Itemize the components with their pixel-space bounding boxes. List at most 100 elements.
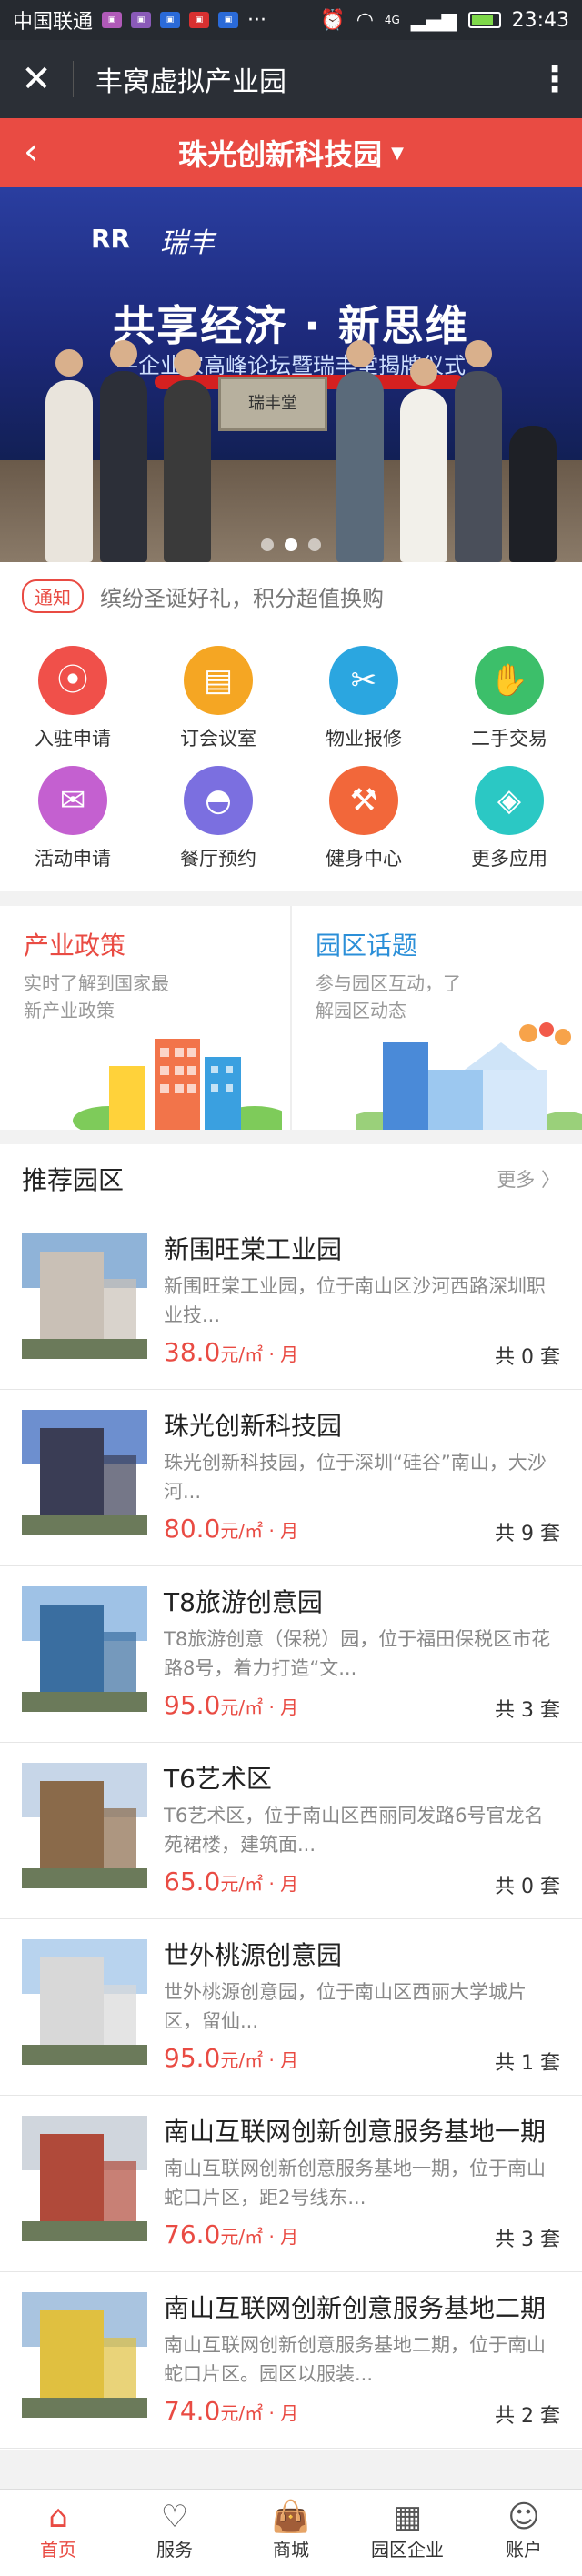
notice-bar[interactable]: 通知 缤纷圣诞好礼，积分超值换购 [0, 562, 582, 629]
banner-logo: RR [91, 224, 131, 254]
service-item[interactable]: ⦿ 入驻申请 [0, 629, 146, 750]
carousel-dot[interactable] [261, 538, 274, 551]
park-thumbnail [22, 1410, 147, 1535]
banner-carousel[interactable]: RR 瑞丰 共享经济 · 新思维 —企业家高峰论坛暨瑞丰堂揭牌仪式 瑞丰堂 [0, 187, 582, 562]
park-row[interactable]: 世外桃源创意园 世外桃源创意园，位于南山区西丽大学城片区，留仙... 95.0元/㎡… [0, 1919, 582, 2096]
service-item[interactable]: ✋ 二手交易 [436, 629, 582, 750]
park-row[interactable]: 南山互联网创新创意服务基地一期 南山互联网创新创意服务基地一期，位于南山蛇口片区，… [0, 2096, 582, 2272]
park-price-unit: 元/㎡ · 月 [220, 1873, 299, 1895]
service-grid: ⦿ 入驻申请 ▤ 订会议室 ✂ 物业报修 ✋ 二手交易 ✉ 活动申请 ◓ 餐厅预约 ⚒ 健身中心 ◈ 更多应用 [0, 629, 582, 891]
alarm-icon: ⏰ [320, 8, 346, 32]
recommend-header: 推荐园区 更多 〉 [0, 1144, 582, 1213]
park-price-unit: 元/㎡ · 月 [220, 1520, 299, 1542]
chevron-down-icon[interactable]: ▼ [391, 144, 404, 163]
park-unit-count: 共 2 套 [495, 2405, 560, 2428]
banner-person-head [110, 340, 137, 367]
park-price-unit: 元/㎡ · 月 [220, 2226, 299, 2248]
banner-person-head [410, 358, 437, 386]
park-price-value: 80.0 [164, 1514, 221, 1544]
policy-card[interactable]: 产业政策 实时了解到国家最新产业政策 [0, 906, 290, 1130]
park-row[interactable]: T6艺术区 T6艺术区，位于南山区西丽同发路6号官龙名苑裙楼，建筑面... 65.0… [0, 1743, 582, 1919]
recommend-title: 推荐园区 [22, 1164, 125, 1195]
box-icon: ◈ [475, 766, 544, 835]
location-pin-icon: ⦿ [38, 646, 107, 715]
park-thumbnail [22, 1763, 147, 1888]
tab-building[interactable]: ▦ 园区企业 [349, 2490, 466, 2576]
bottom-tab-bar: ⌂ 首页 ♡ 服务 👜 商城 ▦ 园区企业 ☺ 账户 [0, 2489, 582, 2576]
carousel-indicators[interactable] [0, 538, 582, 551]
more-link[interactable]: 更多 〉 [497, 1165, 560, 1192]
tab-user[interactable]: ☺ 账户 [466, 2490, 582, 2576]
park-unit-count: 共 3 套 [495, 2229, 560, 2251]
carousel-dot[interactable] [285, 538, 297, 551]
service-label: 二手交易 [471, 728, 547, 750]
app-title: 丰窝虚拟产业园 [95, 66, 286, 98]
topics-card[interactable]: 园区话题 参与园区互动，了解园区动态 [292, 906, 582, 1130]
service-item[interactable]: ◓ 餐厅预约 [146, 750, 291, 870]
park-unit-count: 共 0 套 [495, 1876, 560, 1898]
repair-tools-icon: ✂ [329, 646, 398, 715]
service-label: 订会议室 [180, 728, 256, 750]
user-icon: ☺ [507, 2499, 540, 2535]
tab-heart[interactable]: ♡ 服务 [116, 2490, 233, 2576]
park-selector[interactable]: 珠光创新科技园 [178, 132, 382, 174]
meeting-room-icon: ▤ [184, 646, 253, 715]
park-row[interactable]: 珠光创新科技园珠光创新科技园，位于深圳“硅谷”南山，大沙河... 80.0元/㎡ … [0, 1390, 582, 1566]
park-row[interactable]: T8旅游创意园 T8旅游创意（保税）园，位于福田保税区市花路8号，着力打造“文..… [0, 1566, 582, 1743]
carrier-label: 中国联通 [13, 11, 94, 34]
service-item[interactable]: ▤ 订会议室 [146, 629, 291, 750]
status-bar: 中国联通 ▣ ▣ ▣ ▣ ▣ ··· ⏰ ◠ 4G ▂▄▆ 23:43 [0, 0, 582, 40]
service-item[interactable]: ◈ 更多应用 [436, 750, 582, 870]
banner-plaque: 瑞丰堂 [218, 377, 327, 431]
park-thumbnail [22, 1586, 147, 1712]
close-icon[interactable]: ✕ [0, 58, 73, 100]
restaurant-cloche-icon: ◓ [184, 766, 253, 835]
park-price: 65.0元/㎡ · 月 [164, 1867, 298, 1897]
park-desc: 南山互联网创新创意服务基地二期，位于南山蛇口片区。园区以服装... [164, 2334, 546, 2385]
park-price-value: 74.0 [164, 2396, 221, 2426]
service-item[interactable]: ✂ 物业报修 [291, 629, 436, 750]
service-item[interactable]: ✉ 活动申请 [0, 750, 146, 870]
carousel-dot[interactable] [308, 538, 321, 551]
banner-person [164, 380, 211, 562]
back-arrow-icon[interactable]: ‹ [24, 131, 38, 173]
home-icon: ⌂ [48, 2499, 68, 2535]
notice-text[interactable]: 缤纷圣诞好礼，积分超值换购 [100, 580, 384, 612]
tab-label: 园区企业 [371, 2539, 444, 2561]
park-name: 珠光创新科技园 [164, 1411, 343, 1441]
park-unit-count: 共 9 套 [495, 1523, 560, 1545]
park-header: ‹ 珠光创新科技园 ▼ [0, 118, 582, 187]
park-price: 76.0元/㎡ · 月 [164, 2219, 298, 2249]
park-thumbnail [22, 1233, 147, 1359]
banner-person [45, 380, 93, 562]
park-price: 38.0元/㎡ · 月 [164, 1337, 298, 1367]
park-desc: 珠光创新科技园，位于深圳“硅谷”南山，大沙河... [164, 1452, 547, 1503]
banner-person [455, 371, 502, 562]
plaque-text: 瑞丰堂 [248, 394, 297, 413]
tab-home[interactable]: ⌂ 首页 [0, 2490, 116, 2576]
banner-person-head [55, 349, 83, 377]
thumb-ground [22, 1515, 147, 1535]
more-menu-icon[interactable]: ⋮ [527, 59, 582, 99]
heart-icon: ♡ [160, 2499, 189, 2535]
service-label: 更多应用 [471, 848, 547, 870]
park-name: 南山互联网创新创意服务基地一期 [164, 2117, 547, 2147]
banner-person [400, 389, 447, 562]
policy-card-desc: 实时了解到国家最新产业政策 [24, 972, 169, 1021]
service-label: 入驻申请 [35, 728, 111, 750]
service-item[interactable]: ⚒ 健身中心 [291, 750, 436, 870]
tab-shopping-bag[interactable]: 👜 商城 [233, 2490, 349, 2576]
banner-person-head [465, 340, 492, 367]
park-unit-count: 共 0 套 [495, 1346, 560, 1369]
park-row[interactable]: 新围旺棠工业园 新围旺棠工业园，位于南山区沙河西路深圳职业技... 38.0元/㎡ … [0, 1213, 582, 1390]
park-desc: T6艺术区，位于南山区西丽同发路6号官龙名苑裙楼，建筑面... [164, 1805, 544, 1856]
park-price-value: 38.0 [164, 1337, 221, 1367]
thumb-ground [22, 1339, 147, 1359]
park-unit-count: 共 1 套 [495, 2052, 560, 2075]
service-label: 餐厅预约 [180, 848, 256, 870]
event-mail-icon: ✉ [38, 766, 107, 835]
park-row[interactable]: 南山互联网创新创意服务基地二期 南山互联网创新创意服务基地二期，位于南山蛇口片区。… [0, 2272, 582, 2449]
service-label: 活动申请 [35, 848, 111, 870]
park-thumbnail [22, 1939, 147, 2065]
park-price-value: 95.0 [164, 2043, 221, 2073]
